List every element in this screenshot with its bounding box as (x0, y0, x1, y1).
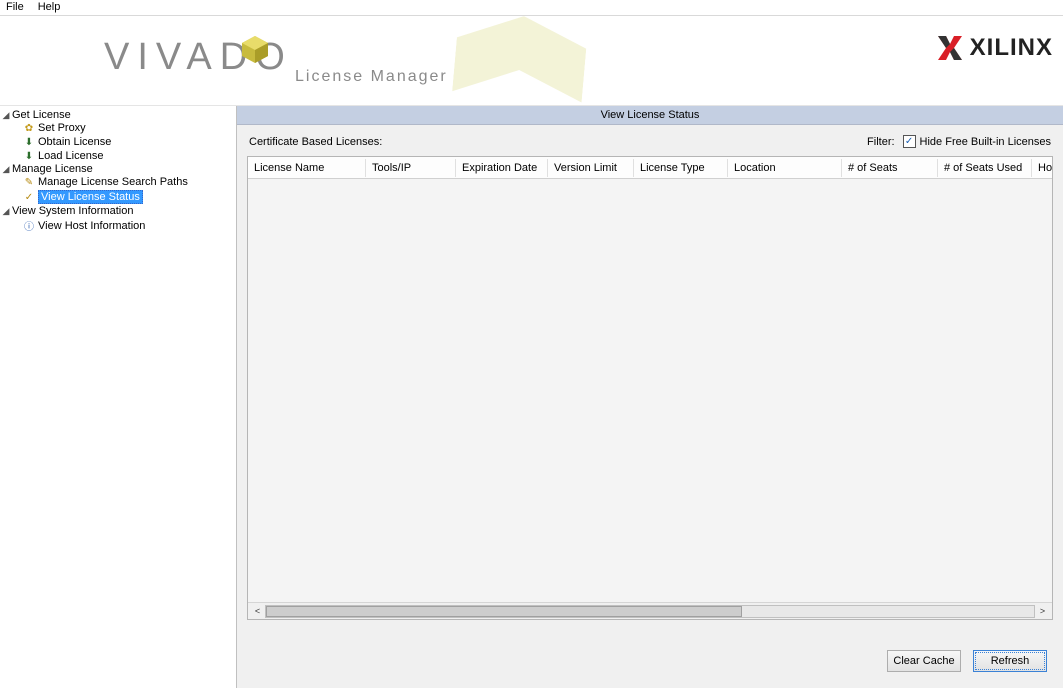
gear-icon: ✿ (22, 123, 36, 134)
expand-icon[interactable]: ◢ (1, 110, 11, 121)
tree-section-manage-license[interactable]: ◢ Manage License (0, 163, 236, 175)
decorative-shape (451, 11, 588, 112)
content-body: Certificate Based Licenses: Filter: ✓ Hi… (237, 125, 1063, 688)
tree-item-manage-search-paths[interactable]: ✎ Manage License Search Paths (0, 175, 236, 189)
col-location[interactable]: Location (728, 159, 842, 177)
tree-item-set-proxy[interactable]: ✿ Set Proxy (0, 121, 236, 135)
xilinx-x-icon (936, 34, 964, 62)
content-title: View License Status (237, 106, 1063, 125)
check-icon: ✓ (22, 192, 36, 203)
hide-free-checkbox[interactable]: ✓ Hide Free Built-in Licenses (903, 135, 1051, 148)
col-seats-used[interactable]: # of Seats Used (938, 159, 1032, 177)
checkbox-icon: ✓ (903, 135, 916, 148)
col-license-type[interactable]: License Type (634, 159, 728, 177)
button-row: Clear Cache Refresh (247, 620, 1053, 676)
vivado-cube-icon (240, 34, 270, 64)
checkbox-label: Hide Free Built-in Licenses (920, 136, 1051, 148)
scroll-left-icon[interactable]: < (250, 604, 265, 619)
xilinx-text: XILINX (970, 34, 1053, 62)
info-icon: ⓘ (22, 218, 36, 233)
table-body-empty (248, 179, 1052, 602)
tree-section-get-license[interactable]: ◢ Get License (0, 109, 236, 121)
col-license-name[interactable]: License Name (248, 159, 366, 177)
filter-controls: Filter: ✓ Hide Free Built-in Licenses (867, 135, 1051, 148)
content-panel: View License Status Certificate Based Li… (237, 106, 1063, 688)
scroll-right-icon[interactable]: > (1035, 604, 1050, 619)
scroll-thumb[interactable] (266, 606, 742, 617)
expand-icon[interactable]: ◢ (1, 164, 11, 175)
horizontal-scrollbar[interactable]: < > (248, 602, 1052, 619)
tree-item-load-license[interactable]: ⬇ Load License (0, 149, 236, 163)
main-area: ◢ Get License ✿ Set Proxy ⬇ Obtain Licen… (0, 106, 1063, 688)
banner: VIVADO License Manager XILINX (0, 16, 1063, 106)
license-manager-title: License Manager (295, 68, 448, 86)
tree-section-label: Get License (12, 109, 71, 121)
menu-bar: File Help (0, 0, 1063, 16)
scroll-track[interactable] (265, 605, 1035, 618)
tree-section-view-sys-info[interactable]: ◢ View System Information (0, 205, 236, 217)
license-table: License Name Tools/IP Expiration Date Ve… (247, 156, 1053, 620)
filter-label: Filter: (867, 136, 895, 148)
tree-item-view-license-status[interactable]: ✓ View License Status (0, 189, 236, 205)
col-version-limit[interactable]: Version Limit (548, 159, 634, 177)
download-icon: ⬇ (22, 137, 36, 148)
edit-icon: ✎ (22, 177, 36, 188)
table-header-row: License Name Tools/IP Expiration Date Ve… (248, 157, 1052, 179)
tree-section-label: View System Information (12, 205, 133, 217)
xilinx-logo: XILINX (936, 34, 1053, 62)
col-seats[interactable]: # of Seats (842, 159, 938, 177)
tree-item-obtain-license[interactable]: ⬇ Obtain License (0, 135, 236, 149)
load-icon: ⬇ (22, 151, 36, 162)
cert-licenses-label: Certificate Based Licenses: (249, 136, 382, 148)
refresh-button[interactable]: Refresh (973, 650, 1047, 672)
filter-row: Certificate Based Licenses: Filter: ✓ Hi… (247, 135, 1053, 156)
sidebar-tree: ◢ Get License ✿ Set Proxy ⬇ Obtain Licen… (0, 106, 237, 688)
menu-help[interactable]: Help (38, 1, 61, 13)
clear-cache-button[interactable]: Clear Cache (887, 650, 961, 672)
col-host[interactable]: Hos (1032, 159, 1052, 177)
expand-icon[interactable]: ◢ (1, 206, 11, 217)
menu-file[interactable]: File (6, 1, 24, 13)
tree-section-label: Manage License (12, 163, 93, 175)
tree-item-view-host-info[interactable]: ⓘ View Host Information (0, 217, 236, 234)
col-tools-ip[interactable]: Tools/IP (366, 159, 456, 177)
col-expiration[interactable]: Expiration Date (456, 159, 548, 177)
